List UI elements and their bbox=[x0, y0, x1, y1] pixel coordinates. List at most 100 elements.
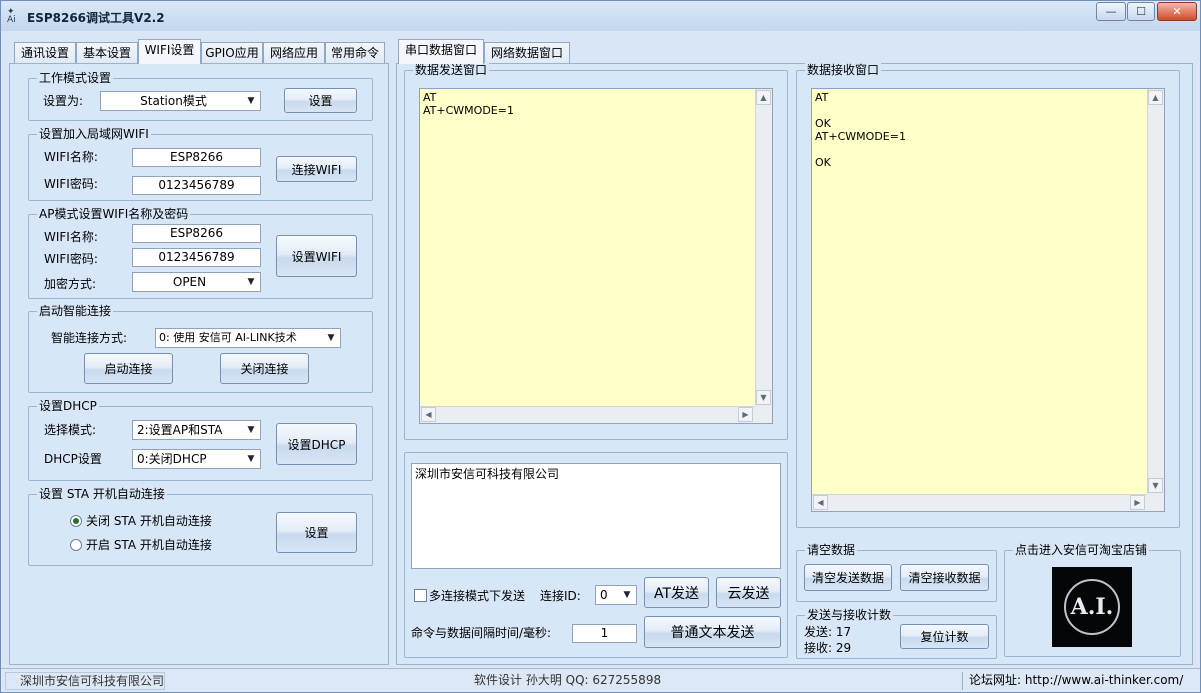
chevron-down-icon: ▼ bbox=[247, 96, 255, 106]
close-button[interactable]: ✕ bbox=[1157, 2, 1197, 21]
scroll-down-icon[interactable]: ▼ bbox=[1148, 478, 1163, 493]
tab-wifi-settings[interactable]: WIFI设置 bbox=[138, 39, 201, 64]
cloud-send-button[interactable]: 云发送 bbox=[716, 577, 781, 608]
multi-connection-checkbox[interactable] bbox=[414, 589, 427, 602]
received-count: 接收: 29 bbox=[804, 641, 852, 655]
ap-mode-group-label: AP模式设置WIFI名称及密码 bbox=[37, 207, 191, 221]
app-logo-icon: ✦ Ai bbox=[7, 7, 16, 25]
minimize-button[interactable]: — bbox=[1096, 2, 1126, 21]
plain-text-send-button[interactable]: 普通文本发送 bbox=[644, 616, 781, 648]
receive-horizontal-scrollbar[interactable]: ◀ ▶ bbox=[812, 494, 1147, 511]
work-mode-label: 设置为: bbox=[43, 94, 84, 108]
dhcp-mode-value: 2:设置AP和STA bbox=[137, 423, 223, 437]
interval-input[interactable]: 1 bbox=[572, 624, 637, 643]
ap-encryption-select[interactable]: OPEN ▼ bbox=[132, 272, 261, 292]
clear-data-group-label: 请空数据 bbox=[805, 543, 858, 557]
work-mode-value: Station模式 bbox=[140, 94, 207, 108]
sta-auto-on-radio[interactable] bbox=[70, 539, 82, 551]
set-dhcp-button[interactable]: 设置DHCP bbox=[276, 423, 357, 465]
interval-label: 命令与数据间隔时间/毫秒: bbox=[411, 626, 552, 640]
logo-emblem: A.I. bbox=[1064, 579, 1120, 635]
ap-encryption-label: 加密方式: bbox=[44, 277, 97, 291]
dhcp-mode-label: 选择模式: bbox=[44, 423, 97, 437]
connect-wifi-button[interactable]: 连接WIFI bbox=[276, 156, 357, 182]
receive-vertical-scrollbar[interactable]: ▲ ▼ bbox=[1147, 89, 1164, 495]
receive-data-textarea[interactable]: AT OK AT+CWMODE=1 OK bbox=[811, 88, 1165, 512]
sta-auto-connect-group-label: 设置 STA 开机自动连接 bbox=[37, 487, 167, 501]
set-ap-wifi-button[interactable]: 设置WIFI bbox=[276, 235, 357, 277]
ap-wifi-name-input[interactable]: ESP8266 bbox=[132, 224, 261, 243]
maximize-button[interactable]: ☐ bbox=[1127, 2, 1155, 21]
smart-connect-group: 启动智能连接 bbox=[28, 304, 373, 393]
tab-common-commands[interactable]: 常用命令 bbox=[325, 42, 385, 64]
multi-connection-label[interactable]: 多连接模式下发送 bbox=[429, 589, 525, 603]
sta-auto-on-label[interactable]: 开启 STA 开机自动连接 bbox=[86, 538, 212, 552]
smart-connect-mode-label: 智能连接方式: bbox=[51, 331, 128, 345]
tab-gpio[interactable]: GPIO应用 bbox=[201, 42, 263, 64]
scroll-corner bbox=[755, 406, 772, 423]
work-mode-select[interactable]: Station模式 ▼ bbox=[100, 91, 261, 111]
scroll-up-icon[interactable]: ▲ bbox=[756, 90, 771, 105]
ap-wifi-name-label: WIFI名称: bbox=[44, 230, 98, 244]
ap-wifi-pwd-label: WIFI密码: bbox=[44, 252, 98, 266]
app-window: ✦ Ai ESP8266调试工具V2.2 — ☐ ✕ 通讯设置 基本设置 WIFI… bbox=[0, 0, 1201, 693]
chevron-down-icon: ▼ bbox=[327, 333, 335, 343]
shop-group-label[interactable]: 点击进入安信可淘宝店铺 bbox=[1013, 543, 1150, 557]
send-input-textarea[interactable]: 深圳市安信可科技有限公司 bbox=[411, 463, 781, 569]
window-title: ESP8266调试工具V2.2 bbox=[27, 11, 165, 25]
clear-receive-button[interactable]: 清空接收数据 bbox=[900, 564, 989, 591]
lan-wifi-name-label: WIFI名称: bbox=[44, 150, 98, 164]
scroll-up-icon[interactable]: ▲ bbox=[1148, 90, 1163, 105]
chevron-down-icon: ▼ bbox=[247, 277, 255, 287]
connection-id-select[interactable]: 0 ▼ bbox=[595, 585, 637, 605]
receive-window-group-label: 数据接收窗口 bbox=[805, 63, 882, 77]
tab-network-data[interactable]: 网络数据窗口 bbox=[484, 42, 570, 64]
ap-encryption-value: OPEN bbox=[172, 275, 207, 289]
sta-auto-set-button[interactable]: 设置 bbox=[276, 512, 357, 553]
sent-count: 发送: 17 bbox=[804, 625, 852, 639]
scroll-right-icon[interactable]: ▶ bbox=[1130, 495, 1145, 510]
aithinker-logo[interactable]: A.I. bbox=[1052, 567, 1132, 647]
tab-basic-settings[interactable]: 基本设置 bbox=[76, 42, 138, 64]
lan-wifi-pwd-input[interactable]: 0123456789 bbox=[132, 176, 261, 195]
dhcp-setting-label: DHCP设置 bbox=[44, 452, 102, 466]
clear-send-button[interactable]: 清空发送数据 bbox=[804, 564, 892, 591]
sta-auto-off-label[interactable]: 关闭 STA 开机自动连接 bbox=[86, 514, 212, 528]
lan-wifi-group-label: 设置加入局域网WIFI bbox=[37, 127, 151, 141]
send-window-group-label: 数据发送窗口 bbox=[413, 63, 490, 77]
scroll-corner bbox=[1147, 494, 1164, 511]
chevron-down-icon: ▼ bbox=[247, 454, 255, 464]
work-mode-set-button[interactable]: 设置 bbox=[284, 88, 357, 113]
dhcp-mode-select[interactable]: 2:设置AP和STA ▼ bbox=[132, 420, 261, 440]
send-data-textarea[interactable]: AT AT+CWMODE=1 bbox=[419, 88, 773, 424]
reset-count-button[interactable]: 复位计数 bbox=[900, 624, 989, 649]
scroll-left-icon[interactable]: ◀ bbox=[813, 495, 828, 510]
lan-wifi-name-input[interactable]: ESP8266 bbox=[132, 148, 261, 167]
tab-network-app[interactable]: 网络应用 bbox=[263, 42, 325, 64]
status-author: 软件设计 孙大明 QQ: 627255898 bbox=[474, 673, 662, 687]
dhcp-setting-value: 0:关闭DHCP bbox=[137, 452, 207, 466]
scroll-right-icon[interactable]: ▶ bbox=[738, 407, 753, 422]
sta-auto-off-radio[interactable] bbox=[70, 515, 82, 527]
send-vertical-scrollbar[interactable]: ▲ ▼ bbox=[755, 89, 772, 407]
smart-connect-mode-select[interactable]: 0: 使用 安信可 AI-LINK技术 ▼ bbox=[155, 328, 341, 348]
smart-connect-group-label: 启动智能连接 bbox=[37, 304, 114, 318]
connection-id-value: 0 bbox=[600, 588, 608, 602]
stop-smart-connect-button[interactable]: 关闭连接 bbox=[220, 353, 309, 384]
ap-wifi-pwd-input[interactable]: 0123456789 bbox=[132, 248, 261, 267]
scroll-left-icon[interactable]: ◀ bbox=[421, 407, 436, 422]
connection-id-label: 连接ID: bbox=[540, 589, 581, 603]
dhcp-setting-select[interactable]: 0:关闭DHCP ▼ bbox=[132, 449, 261, 469]
send-horizontal-scrollbar[interactable]: ◀ ▶ bbox=[420, 406, 755, 423]
scroll-down-icon[interactable]: ▼ bbox=[756, 390, 771, 405]
tab-comm-settings[interactable]: 通讯设置 bbox=[14, 42, 76, 64]
title-bar[interactable]: ✦ Ai ESP8266调试工具V2.2 — ☐ ✕ bbox=[1, 1, 1200, 31]
smart-connect-mode-value: 0: 使用 安信可 AI-LINK技术 bbox=[159, 331, 297, 344]
status-company: 深圳市安信可科技有限公司 bbox=[5, 672, 165, 690]
status-bar: 深圳市安信可科技有限公司 软件设计 孙大明 QQ: 627255898 论坛网址… bbox=[1, 668, 1200, 692]
at-send-button[interactable]: AT发送 bbox=[644, 577, 709, 608]
start-smart-connect-button[interactable]: 启动连接 bbox=[84, 353, 173, 384]
dhcp-group-label: 设置DHCP bbox=[37, 399, 99, 413]
status-forum-link[interactable]: 论坛网址: http://www.ai-thinker.com/ bbox=[962, 672, 1196, 690]
tab-serial-data[interactable]: 串口数据窗口 bbox=[398, 39, 484, 64]
